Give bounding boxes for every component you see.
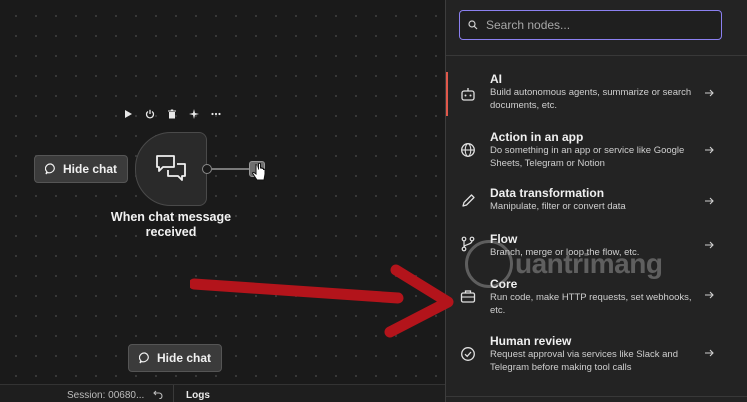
- arrow-right-icon: [705, 291, 714, 299]
- bottom-bar: Session: 00680... Logs: [0, 384, 445, 402]
- undo-icon[interactable]: [153, 389, 163, 399]
- pen-icon: [460, 193, 476, 209]
- category-ai[interactable]: AI Build autonomous agents, summarize or…: [446, 72, 747, 116]
- play-icon[interactable]: [122, 107, 134, 121]
- panel-bottom-divider: [446, 396, 747, 397]
- category-desc: Build autonomous agents, summarize or se…: [490, 87, 692, 111]
- watermark: uantrimang: [465, 236, 690, 292]
- globe-icon: [460, 142, 476, 158]
- chat-trigger-node[interactable]: [135, 132, 207, 206]
- arrow-right-icon: [705, 349, 714, 357]
- arrow-right-icon: [705, 146, 714, 154]
- chat-bubble-icon: [139, 352, 149, 364]
- panel-divider: [446, 55, 747, 56]
- category-title: Human review: [490, 334, 572, 348]
- more-icon[interactable]: [210, 107, 222, 121]
- watermark-logo: [465, 240, 513, 288]
- category-human-review[interactable]: Human review Request approval via servic…: [446, 334, 747, 374]
- search-input[interactable]: [486, 18, 706, 32]
- search-icon: [468, 20, 478, 30]
- hide-chat-label: Hide chat: [63, 162, 118, 176]
- output-connector[interactable]: [202, 164, 212, 174]
- connector-line: [212, 168, 250, 170]
- power-icon[interactable]: [144, 107, 156, 121]
- arrow-right-icon: [705, 241, 714, 249]
- hand-cursor-icon: [252, 163, 266, 181]
- session-label: Session: 00680...: [67, 390, 145, 401]
- hide-chat-label: Hide chat: [157, 351, 212, 365]
- watermark-text: uantrimang: [515, 248, 663, 279]
- category-title: Action in an app: [490, 130, 584, 144]
- chat-bubble-icon: [45, 163, 55, 175]
- hide-chat-button[interactable]: Hide chat: [34, 155, 129, 183]
- node-creator-panel: AI Build autonomous agents, summarize or…: [445, 0, 747, 402]
- node-title-line2: received: [145, 225, 197, 239]
- arrow-right-icon: [705, 89, 714, 97]
- category-desc: Run code, make HTTP requests, set webhoo…: [490, 292, 692, 316]
- node-title: When chat message received: [95, 210, 247, 240]
- trash-icon[interactable]: [166, 107, 178, 121]
- category-title: Data transformation: [490, 186, 605, 200]
- arrow-right-icon: [705, 197, 714, 205]
- category-action-in-app[interactable]: Action in an app Do something in an app …: [446, 130, 747, 174]
- node-toolbar: [122, 107, 222, 121]
- category-data-transformation[interactable]: Data transformation Manipulate, filter o…: [446, 186, 747, 218]
- category-desc: Request approval via services like Slack…: [490, 349, 678, 373]
- category-title: AI: [490, 72, 502, 86]
- hide-chat-button-bottom[interactable]: Hide chat: [128, 344, 223, 372]
- chat-bubbles-icon: [156, 155, 186, 181]
- search-box[interactable]: [459, 10, 722, 40]
- check-circle-icon: [460, 346, 476, 362]
- node-title-line1: When chat message: [110, 210, 232, 224]
- category-desc: Do something in an app or service like G…: [490, 145, 685, 169]
- bottom-bar-divider: [173, 385, 174, 402]
- robot-icon: [460, 86, 476, 102]
- logs-tab[interactable]: Logs: [186, 390, 210, 401]
- category-desc: Manipulate, filter or convert data: [490, 201, 626, 212]
- annotation-arrow: [190, 264, 454, 338]
- sparkle-icon[interactable]: [188, 107, 200, 121]
